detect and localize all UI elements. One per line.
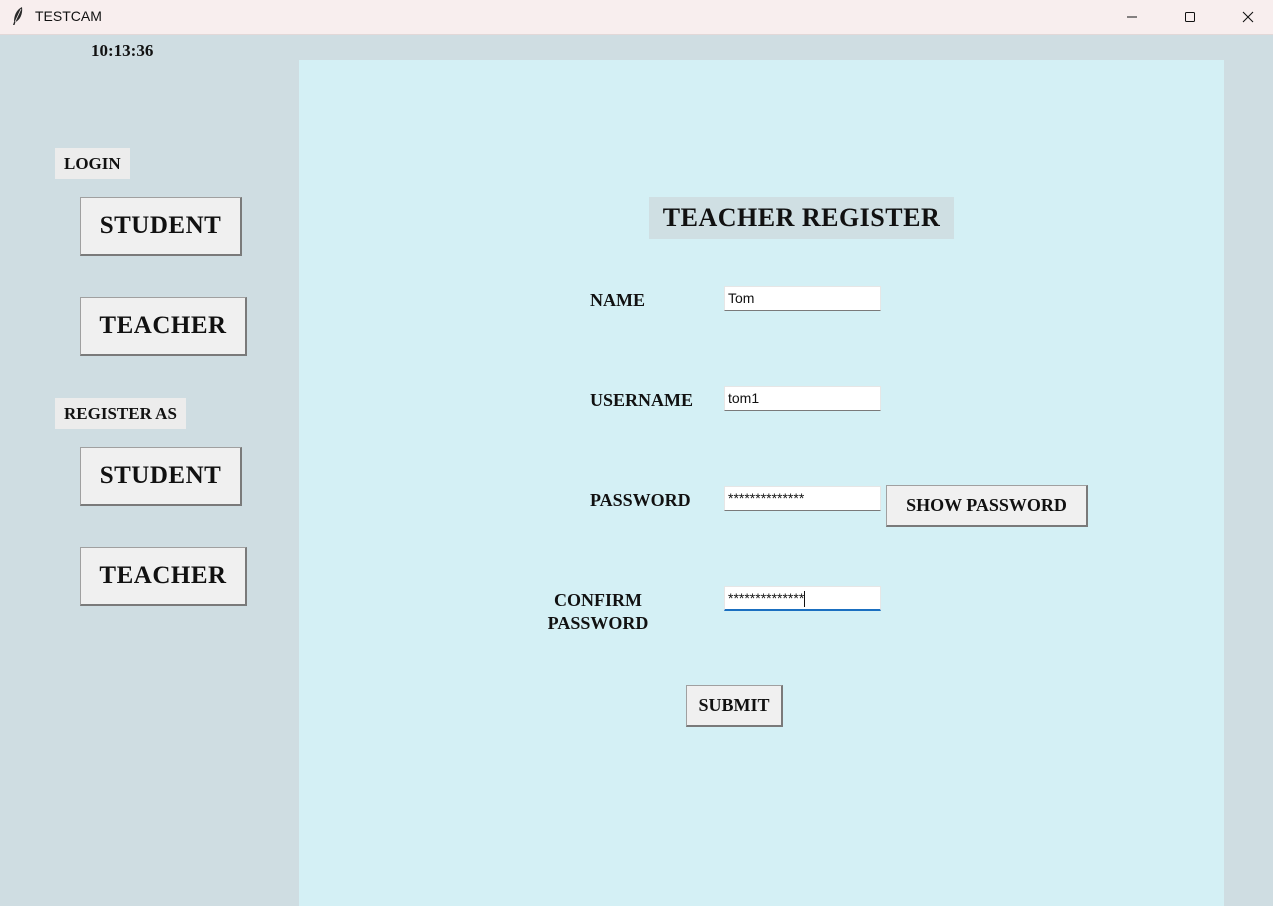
- title-bar[interactable]: TESTCAM: [0, 0, 1273, 35]
- minimize-icon: [1127, 16, 1137, 18]
- register-panel: [299, 60, 1224, 906]
- login-teacher-button[interactable]: TEACHER: [80, 297, 247, 356]
- confirm-password-value: **************: [728, 590, 805, 606]
- feather-icon: [13, 7, 23, 25]
- show-password-button[interactable]: SHOW PASSWORD: [886, 485, 1088, 527]
- name-field[interactable]: Tom: [724, 286, 881, 311]
- register-student-button[interactable]: STUDENT: [80, 447, 242, 506]
- text-caret: [804, 591, 806, 608]
- clock-label: 10:13:36: [91, 41, 154, 60]
- minimize-button[interactable]: [1103, 0, 1161, 34]
- password-label: PASSWORD: [590, 490, 691, 510]
- maximize-button[interactable]: [1161, 0, 1219, 34]
- register-section-label: REGISTER AS: [55, 398, 186, 429]
- close-button[interactable]: [1219, 0, 1273, 34]
- login-section-label: LOGIN: [55, 148, 130, 179]
- close-icon: [1242, 11, 1254, 23]
- password-field[interactable]: **************: [724, 486, 881, 511]
- username-field[interactable]: tom1: [724, 386, 881, 411]
- confirm-password-label: CONFIRM PASSWORD: [540, 589, 656, 635]
- maximize-icon: [1185, 12, 1195, 22]
- confirm-label-line2: PASSWORD: [547, 613, 649, 633]
- confirm-password-field[interactable]: **************: [724, 586, 881, 611]
- login-student-button[interactable]: STUDENT: [80, 197, 242, 256]
- register-teacher-button[interactable]: TEACHER: [80, 547, 247, 606]
- page-title: TEACHER REGISTER: [649, 197, 954, 239]
- confirm-label-line1: CONFIRM: [554, 590, 642, 610]
- name-label: NAME: [590, 290, 645, 310]
- submit-button[interactable]: SUBMIT: [686, 685, 783, 727]
- app-window: TESTCAM 10:13:36 LOGIN STUDENT TEACHER R…: [0, 0, 1273, 906]
- window-title: TESTCAM: [35, 8, 102, 24]
- username-label: USERNAME: [590, 390, 694, 410]
